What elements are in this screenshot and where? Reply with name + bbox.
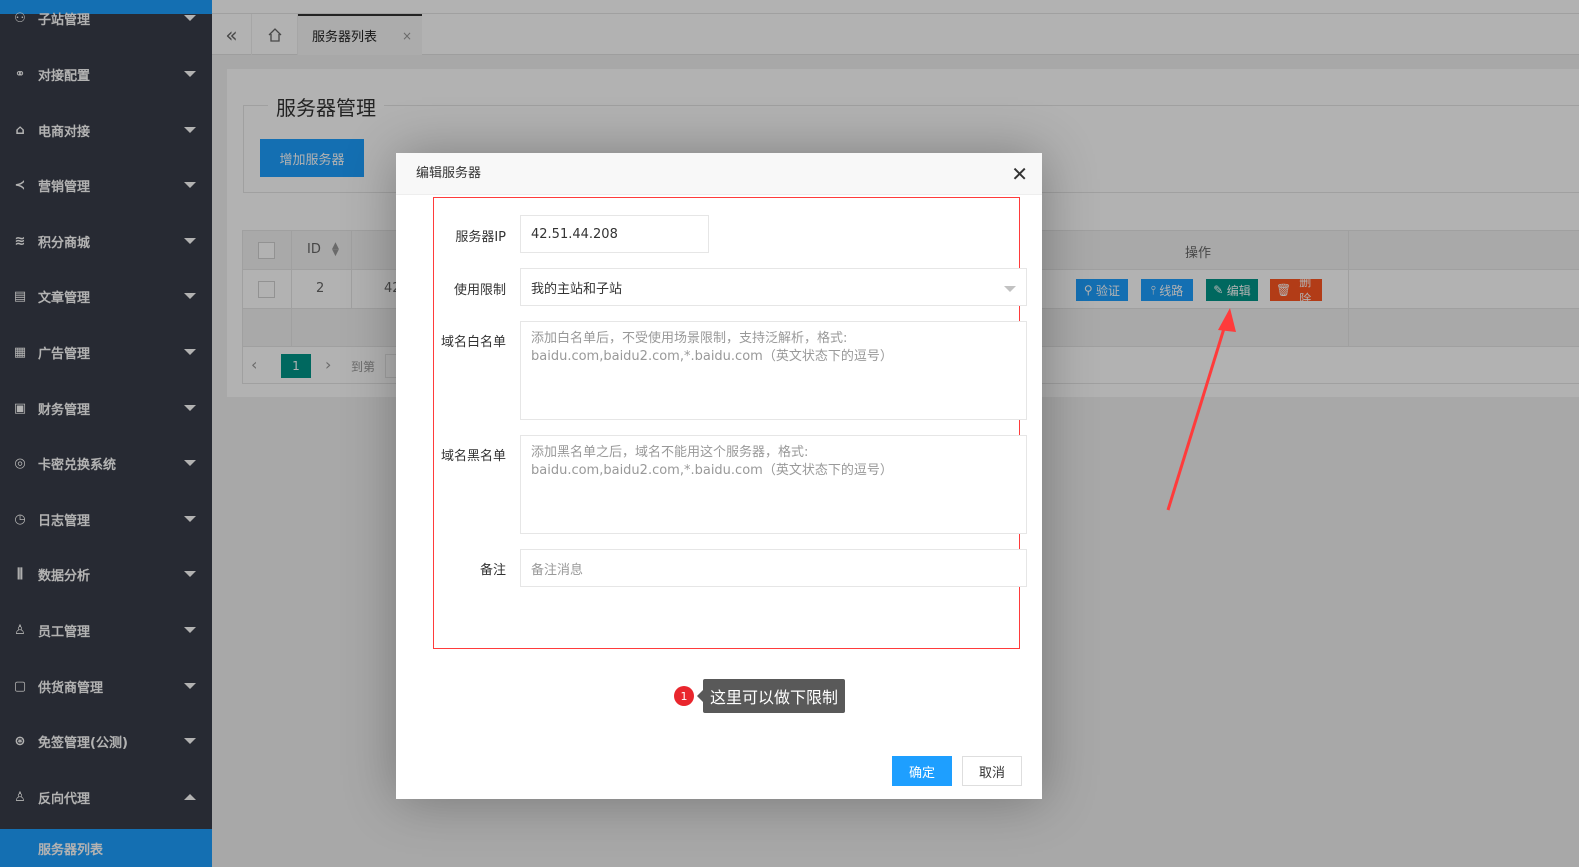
remark-label: 备注 [479, 563, 506, 578]
annotation-number-badge: 1 [674, 686, 694, 706]
annotation-arrow-icon [1166, 308, 1236, 511]
server-ip-label: 服务器IP [455, 230, 506, 245]
whitelist-textarea[interactable]: 添加白名单后，不受使用场景限制，支持泛解析，格式: baidu.com,baid… [520, 321, 1027, 420]
whitelist-placeholder: 添加白名单后，不受使用场景限制，支持泛解析，格式: baidu.com,baid… [531, 331, 893, 364]
blacklist-textarea[interactable]: 添加黑名单之后，域名不能用这个服务器，格式: baidu.com,baidu2.… [520, 435, 1027, 534]
dialog-header: 编辑服务器 ✕ [396, 153, 1042, 195]
whitelist-label: 域名白名单 [440, 335, 506, 350]
remark-input[interactable]: 备注消息 [520, 549, 1027, 587]
dialog-title: 编辑服务器 [416, 166, 482, 181]
server-ip-input[interactable]: 42.51.44.208 [520, 215, 709, 253]
cancel-button[interactable]: 取消 [962, 756, 1022, 786]
confirm-button[interactable]: 确定 [892, 756, 952, 786]
usage-limit-select[interactable]: 我的主站和子站 [520, 268, 1027, 306]
blacklist-placeholder: 添加黑名单之后，域名不能用这个服务器，格式: baidu.com,baidu2.… [531, 445, 893, 478]
annotation-tooltip: 这里可以做下限制 [696, 679, 846, 713]
chevron-down-icon [1004, 286, 1016, 292]
edit-server-dialog: 编辑服务器 ✕ 服务器IP 42.51.44.208 使用限制 我的主站和子站 … [396, 153, 1042, 799]
close-icon[interactable]: ✕ [1011, 153, 1028, 195]
usage-limit-label: 使用限制 [453, 283, 506, 298]
usage-limit-value: 我的主站和子站 [531, 281, 623, 297]
remark-placeholder: 备注消息 [531, 562, 584, 578]
blacklist-label: 域名黑名单 [440, 449, 506, 464]
